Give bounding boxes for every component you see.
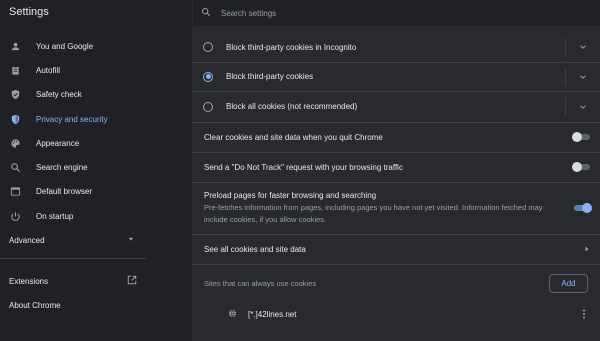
sidebar-item-privacy-and-security[interactable]: Privacy and security	[0, 107, 192, 131]
site-name: [*.]42lines.net	[248, 310, 297, 319]
cookie-option-block-all[interactable]: Block all cookies (not recommended)	[192, 92, 600, 122]
main-panel: Block third-party cookies in Incognito B…	[192, 26, 600, 341]
preload-row[interactable]: Preload pages for faster browsing and se…	[192, 183, 600, 235]
sidebar-item-default-browser[interactable]: Default browser	[0, 180, 192, 204]
add-site-button[interactable]: Add	[549, 274, 588, 293]
cookie-option-label: Block third-party cookies in Incognito	[226, 42, 357, 52]
preload-toggle[interactable]	[572, 203, 592, 213]
sidebar-item-about-chrome[interactable]: About Chrome	[0, 293, 192, 317]
advanced-label: Advanced	[9, 235, 45, 245]
palette-icon	[9, 137, 21, 149]
clipboard-icon	[9, 64, 21, 76]
sidebar-item-label: Privacy and security	[36, 114, 108, 124]
about-label: About Chrome	[9, 300, 61, 310]
page-title: Settings	[0, 0, 192, 26]
see-all-cookies-label: See all cookies and site data	[204, 244, 306, 254]
sidebar-item-safety-check[interactable]: Safety check	[0, 83, 192, 107]
radio-button-selected[interactable]	[203, 71, 213, 82]
sidebar-item-extensions[interactable]: Extensions	[0, 269, 192, 293]
top-bar: Settings	[0, 0, 600, 26]
sidebar-item-on-startup[interactable]: On startup	[0, 204, 192, 228]
do-not-track-row[interactable]: Send a "Do Not Track" request with your …	[192, 153, 600, 183]
sidebar: You and Google Autofill Safety check Pri…	[0, 26, 192, 341]
power-icon	[9, 210, 21, 222]
expand-button[interactable]	[565, 67, 600, 86]
cookie-option-label: Block third-party cookies	[226, 72, 314, 82]
clear-on-quit-row[interactable]: Clear cookies and site data when you qui…	[192, 123, 600, 153]
globe-icon	[228, 309, 248, 320]
sidebar-item-label: On startup	[36, 211, 74, 221]
clear-on-quit-toggle[interactable]	[572, 132, 592, 142]
site-row: [*.]42lines.net	[192, 303, 600, 327]
preload-label: Preload pages for faster browsing and se…	[204, 191, 377, 200]
cookie-option-third-party[interactable]: Block third-party cookies	[192, 63, 600, 92]
allowed-sites-header: Sites that can always use cookies Add	[192, 265, 600, 303]
search-icon	[201, 7, 211, 19]
chevron-down-icon	[127, 235, 135, 245]
shield-icon	[9, 113, 21, 125]
do-not-track-label: Send a "Do Not Track" request with your …	[204, 162, 403, 172]
sidebar-item-label: Autofill	[36, 65, 61, 75]
search-bar[interactable]	[192, 0, 600, 26]
expand-button[interactable]	[565, 38, 600, 57]
extensions-label: Extensions	[9, 276, 49, 286]
radio-button[interactable]	[203, 101, 213, 112]
search-input[interactable]	[221, 8, 421, 18]
search-icon	[9, 162, 21, 174]
open-in-new-icon	[127, 275, 137, 287]
cookie-option-label: Block all cookies (not recommended)	[226, 102, 358, 112]
sidebar-advanced-toggle[interactable]: Advanced	[0, 228, 192, 252]
sidebar-item-label: Appearance	[36, 138, 80, 148]
person-icon	[9, 40, 21, 52]
sidebar-item-appearance[interactable]: Appearance	[0, 131, 192, 155]
more-actions-icon[interactable]	[582, 309, 586, 321]
browser-icon	[9, 186, 21, 198]
sidebar-item-autofill[interactable]: Autofill	[0, 58, 192, 82]
shield-check-icon	[9, 89, 21, 101]
cookie-option-incognito[interactable]: Block third-party cookies in Incognito	[192, 33, 600, 63]
cookie-options-group: Block third-party cookies in Incognito B…	[192, 33, 600, 123]
chevron-down-icon	[580, 75, 586, 79]
sidebar-item-label: Default browser	[36, 187, 93, 197]
chevron-right-icon	[584, 245, 590, 254]
do-not-track-toggle[interactable]	[572, 162, 592, 172]
sidebar-item-you-and-google[interactable]: You and Google	[0, 34, 192, 58]
sidebar-item-label: Safety check	[36, 90, 82, 100]
expand-button[interactable]	[565, 97, 600, 117]
allowed-sites-label: Sites that can always use cookies	[204, 279, 317, 288]
see-all-cookies-link[interactable]: See all cookies and site data	[192, 235, 600, 265]
sidebar-item-search-engine[interactable]: Search engine	[0, 155, 192, 179]
preload-description: Pre-fetches information from pages, incl…	[204, 203, 543, 224]
clear-on-quit-label: Clear cookies and site data when you qui…	[204, 132, 383, 142]
chevron-down-icon	[580, 45, 586, 50]
radio-button[interactable]	[203, 42, 213, 53]
chevron-down-icon	[580, 105, 586, 109]
sidebar-item-label: You and Google	[36, 41, 94, 51]
sidebar-item-label: Search engine	[36, 163, 88, 173]
